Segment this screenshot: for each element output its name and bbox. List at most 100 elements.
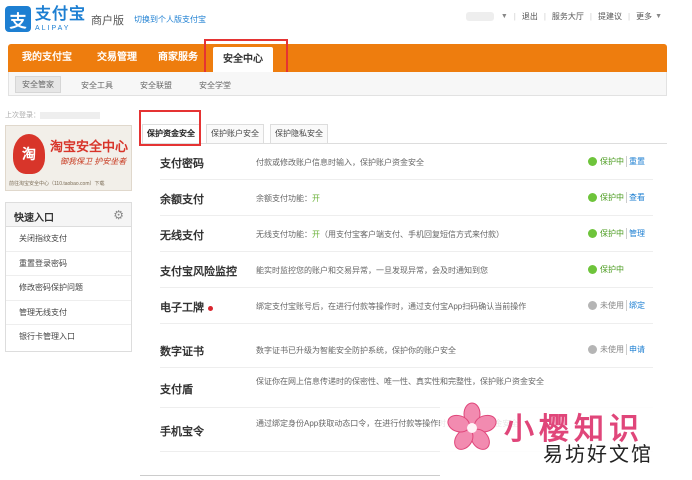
gear-icon[interactable]: ⚙ <box>113 208 124 222</box>
status-off-icon <box>588 301 597 310</box>
taobao-seal-icon: 淘 <box>13 134 45 174</box>
apply-link[interactable]: 申请 <box>626 344 645 355</box>
divider: | <box>589 12 592 21</box>
alipay-logo-icon: 支 <box>5 6 31 32</box>
tab-protect-privacy[interactable]: 保护隐私安全 <box>270 124 328 144</box>
divider: | <box>513 12 516 21</box>
last-login-blurred <box>40 111 100 119</box>
nav-merchant-services[interactable]: 商家服务 <box>158 44 198 72</box>
status-on-icon <box>588 193 597 202</box>
more-menu[interactable]: 更多 <box>636 11 652 22</box>
security-row-payment-password: 支付密码 付款或修改账户信息时输入，保护账户资金安全 保护中 重置 <box>160 144 653 180</box>
row-title: 支付盾 <box>160 384 193 396</box>
watermark-sub-text: 易坊好文馆 <box>543 444 653 466</box>
status-text: 保护中 <box>600 157 624 166</box>
chevron-down-icon[interactable]: ▼ <box>501 13 508 20</box>
banner-slogan: 御我保卫 护安坐者 <box>60 157 127 166</box>
username-blurred[interactable] <box>465 12 494 21</box>
row-title: 电子工牌 <box>160 299 213 315</box>
security-row-wireless-payment: 无线支付 无线支付功能：开（用支付宝客户端支付、手机回复短信方式来付款） 保护中… <box>160 216 653 252</box>
logout-link[interactable]: 退出 <box>522 11 538 22</box>
quick-item-change-security-question[interactable]: 修改密码保护问题 <box>6 276 131 301</box>
watermark-overlay: 小樱知识 易坊好文馆 <box>440 398 692 480</box>
nav-trade-management[interactable]: 交易管理 <box>97 44 137 72</box>
nav-my-alipay[interactable]: 我的支付宝 <box>22 44 72 72</box>
top-navigation: ▼ | 退出 | 服务大厅 | 提建议 | 更多 ▼ <box>465 11 662 22</box>
row-status: 保护中 查看 <box>588 192 645 203</box>
status-text: 未使用 <box>600 301 624 310</box>
row-status: 保护中 重置 <box>588 156 645 167</box>
divider: | <box>543 12 546 21</box>
tab-protect-account[interactable]: 保护账户安全 <box>206 124 264 144</box>
row-description: 保证你在网上信息传递时的保密性、唯一性、真实性和完整性，保护账户资金安全 <box>256 377 544 386</box>
status-text: 未使用 <box>600 345 624 354</box>
security-row-electronic-badge: 电子工牌 绑定支付宝账号后，在进行付款等操作时，通过支付宝App扫码确认当前操作… <box>160 288 653 324</box>
row-description: 绑定支付宝账号后，在进行付款等操作时，通过支付宝App扫码确认当前操作 <box>256 302 527 311</box>
status-off-icon <box>588 345 597 354</box>
quick-item-disable-fingerprint[interactable]: 关闭指纹支付 <box>6 227 131 252</box>
status-text: 保护中 <box>600 229 624 238</box>
desc-on-value: 开 <box>312 194 320 203</box>
subnav-security-tools[interactable]: 安全工具 <box>75 78 119 93</box>
row-description: 付款或修改账户信息时输入，保护账户资金安全 <box>256 158 424 167</box>
main-navigation: 我的支付宝 交易管理 商家服务 安全中心 <box>8 44 667 73</box>
banner-footer: 前往淘宝安全中心（110.taobao.com）下载 <box>9 181 105 187</box>
quick-item-bank-card-management[interactable]: 银行卡管理入口 <box>6 325 131 350</box>
security-row-digital-certificate: 数字证书 数字证书已升级为智能安全防护系统，保护你的账户安全 未使用 申请 <box>160 332 653 368</box>
chevron-down-icon[interactable]: ▼ <box>655 13 662 20</box>
quick-item-reset-login-password[interactable]: 重置登录密码 <box>6 252 131 276</box>
service-hall-link[interactable]: 服务大厅 <box>552 11 584 22</box>
row-description: 数字证书已升级为智能安全防护系统，保护你的账户安全 <box>256 346 456 355</box>
subnav-security-alliance[interactable]: 安全联盟 <box>134 78 178 93</box>
quick-entry-header: 快速入口 ⚙ <box>6 203 131 227</box>
quick-entry-title: 快速入口 <box>14 213 54 224</box>
row-title: 无线支付 <box>160 230 204 242</box>
banner-title: 淘宝安全中心 <box>50 139 129 154</box>
manage-link[interactable]: 管理 <box>626 228 645 239</box>
reset-link[interactable]: 重置 <box>626 156 645 167</box>
feedback-link[interactable]: 提建议 <box>598 11 622 22</box>
row-status: 未使用 申请 <box>588 344 645 355</box>
desc-suffix: （用支付宝客户端支付、手机回复短信方式来付款） <box>320 230 504 239</box>
subnav-security-butler[interactable]: 安全管家 <box>15 76 61 93</box>
sakura-flower-icon <box>447 402 497 450</box>
subnav-security-school[interactable]: 安全学堂 <box>193 78 237 93</box>
row-description: 无线支付功能：开（用支付宝客户端支付、手机回复短信方式来付款） <box>256 229 586 241</box>
desc-prefix: 无线支付功能： <box>256 230 312 239</box>
taobao-security-banner[interactable]: 淘 淘宝安全中心 御我保卫 护安坐者 前往淘宝安全中心（110.taobao.c… <box>5 125 132 191</box>
last-login-label: 上次登录： <box>5 112 40 119</box>
quick-item-manage-wireless-pay[interactable]: 管理无线支付 <box>6 301 131 325</box>
status-text: 保护中 <box>600 265 624 274</box>
edition-label: 商户版 <box>91 15 124 27</box>
view-link[interactable]: 查看 <box>626 192 645 203</box>
row-description: 能实时监控您的账户和交易异常，一旦发现异常，会及时通知到您 <box>256 266 488 275</box>
last-login-info: 上次登录： <box>5 110 100 120</box>
highlight-box-protect-funds-tab <box>139 110 201 146</box>
row-title-text: 电子工牌 <box>160 302 204 314</box>
status-text: 保护中 <box>600 193 624 202</box>
bind-link[interactable]: 绑定 <box>626 300 645 311</box>
row-title: 余额支付 <box>160 194 204 206</box>
desc-prefix: 余额支付功能： <box>256 194 312 203</box>
alipay-logo[interactable]: 支 支付宝 ALIPAY <box>5 6 86 32</box>
header: 支 支付宝 ALIPAY 商户版 切换到个人版支付宝 ▼ | 退出 | 服务大厅… <box>0 0 692 40</box>
quick-entry-panel: 快速入口 ⚙ 关闭指纹支付 重置登录密码 修改密码保护问题 管理无线支付 银行卡… <box>5 202 132 352</box>
row-title: 数字证书 <box>160 346 204 358</box>
row-status: 保护中 管理 <box>588 228 645 239</box>
bottom-divider <box>140 475 440 480</box>
row-status: 保护中 <box>588 264 624 275</box>
row-status: 未使用 绑定 <box>588 300 645 311</box>
switch-personal-link[interactable]: 切换到个人版支付宝 <box>134 14 206 25</box>
row-title: 支付宝风险监控 <box>160 266 237 278</box>
row-description: 余额支付功能：开 <box>256 193 586 205</box>
status-on-icon <box>588 229 597 238</box>
logo-cn-text: 支付宝 <box>35 5 87 23</box>
desc-on-value: 开 <box>312 230 320 239</box>
sub-navigation: 安全管家 安全工具 安全联盟 安全学堂 <box>8 72 667 96</box>
logo-wordmark: 支付宝 ALIPAY <box>35 5 87 32</box>
row-title: 手机宝令 <box>160 426 204 438</box>
security-row-risk-monitoring: 支付宝风险监控 能实时监控您的账户和交易异常，一旦发现异常，会及时通知到您 保护… <box>160 252 653 288</box>
status-on-icon <box>588 157 597 166</box>
security-row-balance-payment: 余额支付 余额支付功能：开 保护中 查看 <box>160 180 653 216</box>
new-dot-icon <box>208 305 213 311</box>
